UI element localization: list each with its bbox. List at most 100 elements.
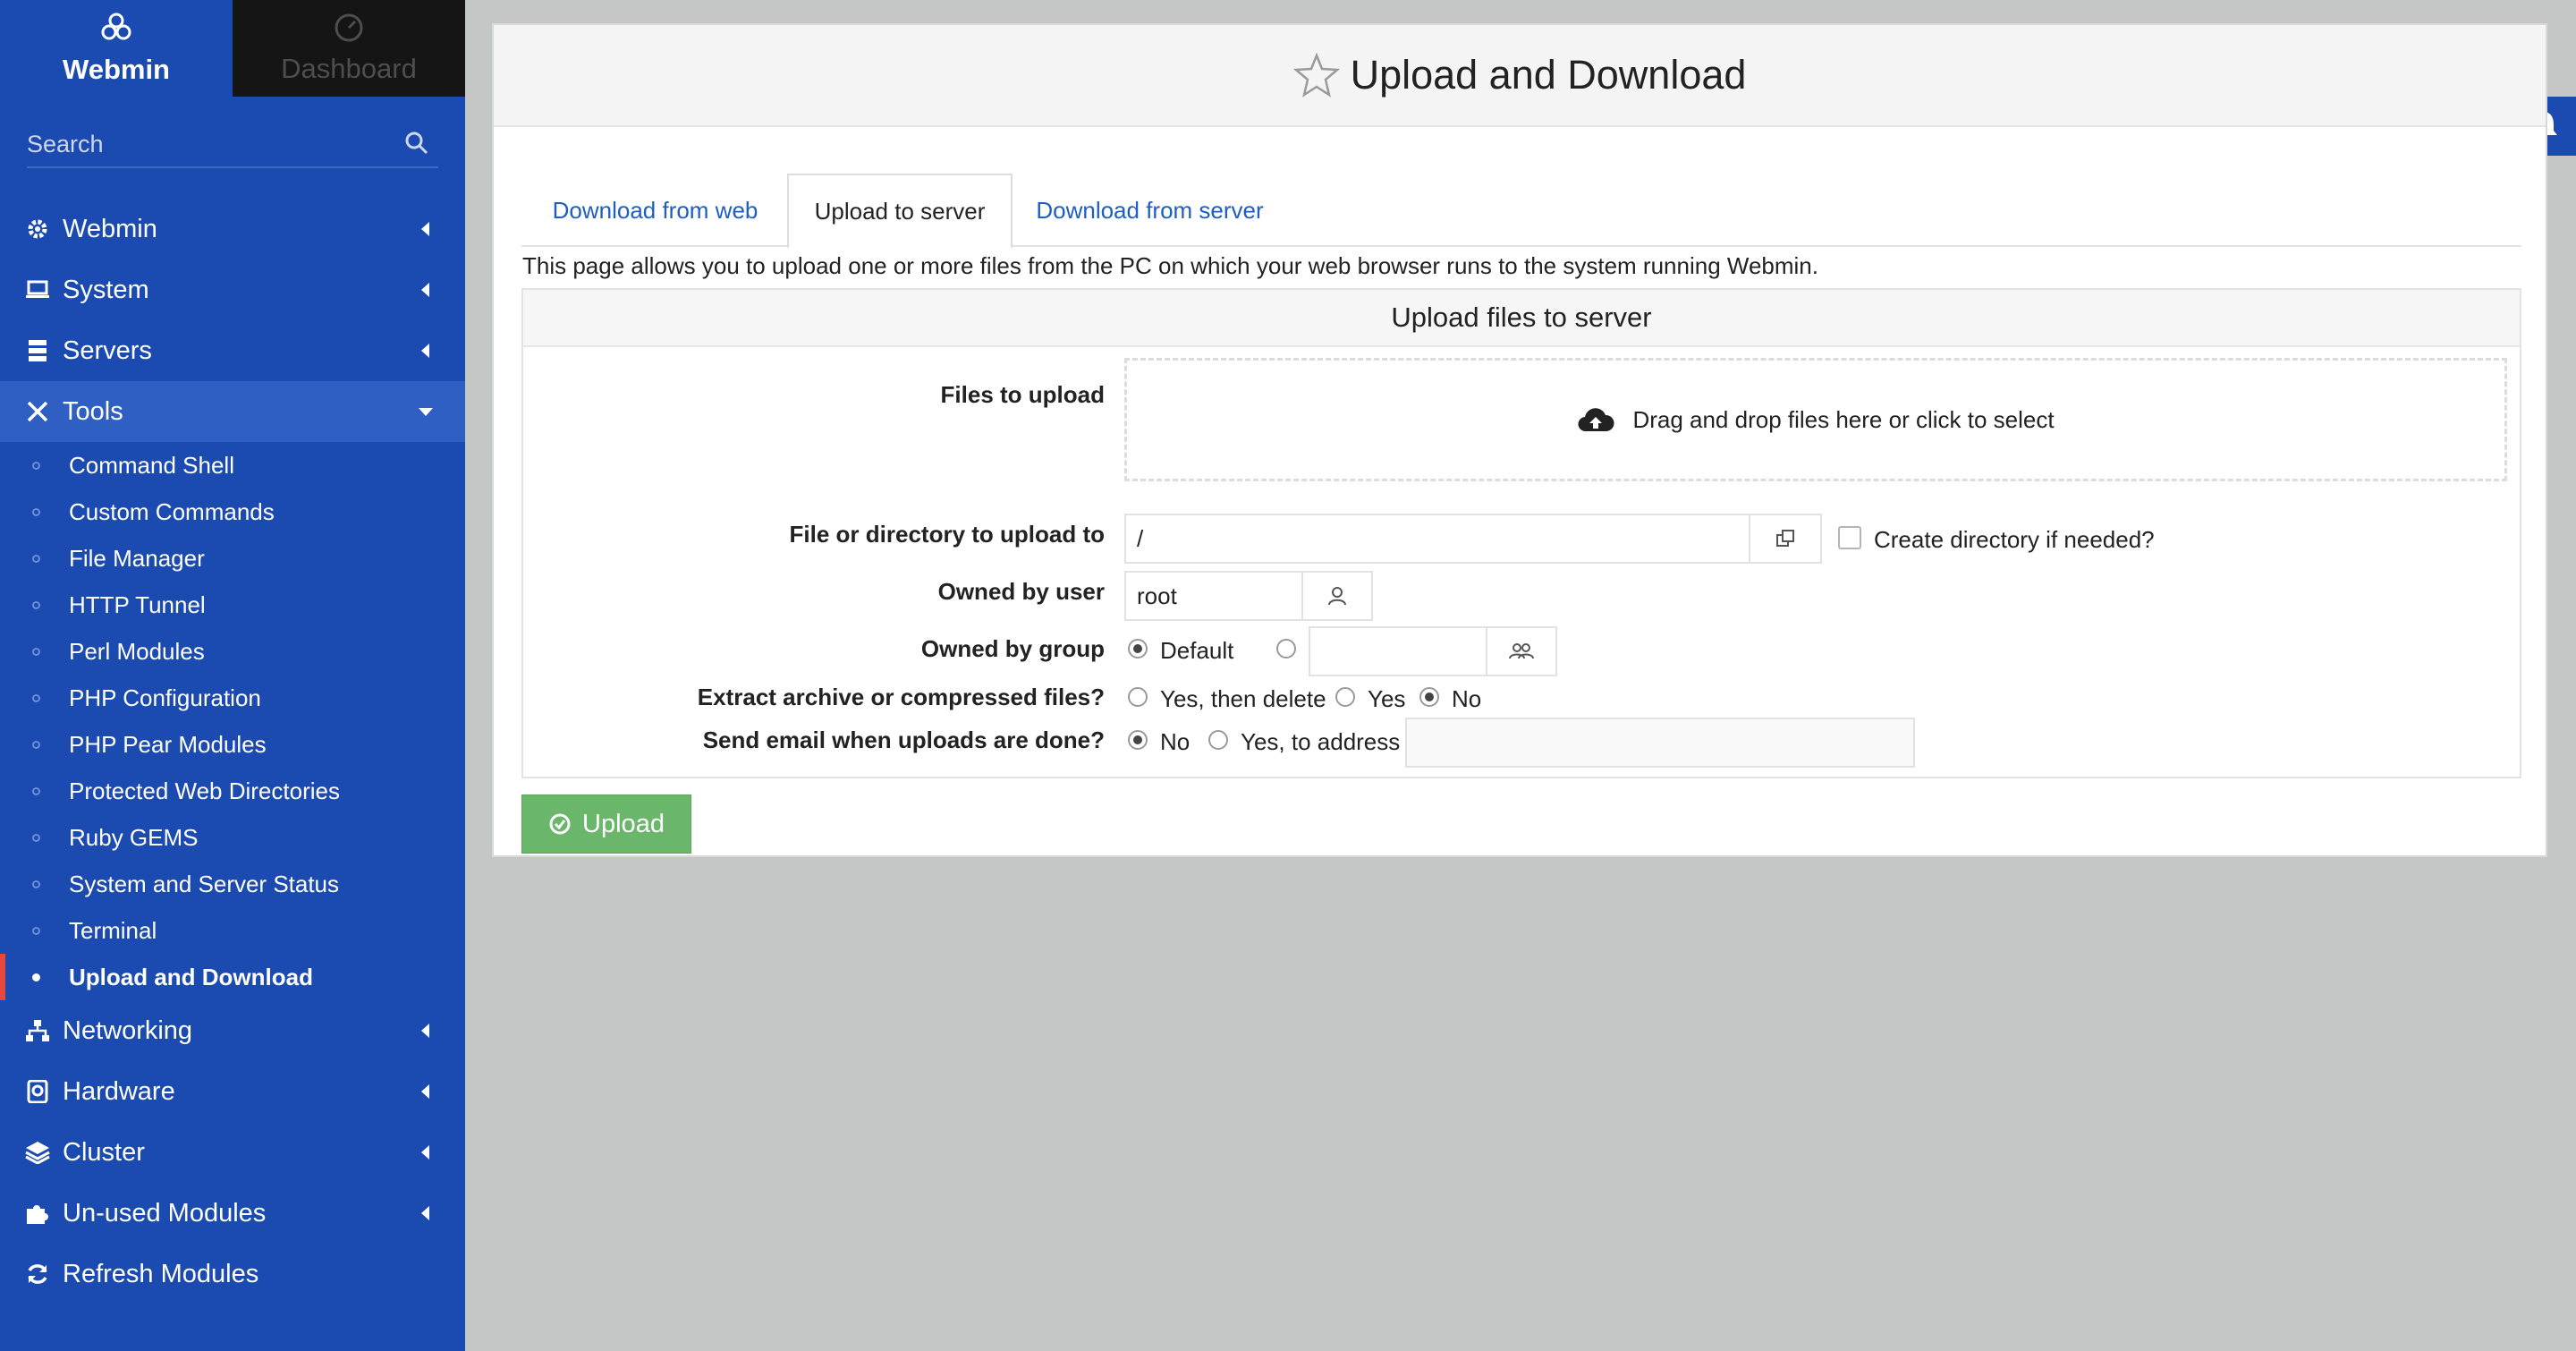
star-icon[interactable] <box>1292 53 1340 98</box>
sidebar-item-label: Un-used Modules <box>63 1198 267 1228</box>
extract-yes-delete-label: Yes, then delete <box>1160 685 1326 712</box>
sidebar-item-networking[interactable]: Networking <box>0 1000 465 1061</box>
cloud-upload-icon <box>1578 408 1614 432</box>
sub-item-file-manager[interactable]: File Manager <box>0 535 465 582</box>
sub-item-label: System and Server Status <box>69 870 340 897</box>
create-directory-label: Create directory if needed? <box>1874 526 2155 553</box>
webmin-tab-label: Webmin <box>63 54 170 85</box>
email-address-input[interactable] <box>1405 718 1915 768</box>
bullet-icon <box>32 555 40 563</box>
bullet-icon <box>32 508 40 516</box>
caret-left-icon <box>421 1206 429 1220</box>
group-icon <box>1509 643 1534 659</box>
page-title: Upload and Download <box>1350 52 1747 98</box>
sidebar-item-label: Cluster <box>63 1137 145 1167</box>
destination-input[interactable]: / <box>1124 514 1750 564</box>
sub-item-label: PHP Configuration <box>69 684 261 711</box>
file-dropzone[interactable]: Drag and drop files here or click to sel… <box>1124 358 2507 481</box>
sub-item-protected-web-directories[interactable]: Protected Web Directories <box>0 768 465 814</box>
caret-left-icon <box>421 222 429 236</box>
sidebar-item-hardware[interactable]: Hardware <box>0 1061 465 1122</box>
tab-upload-to-server[interactable]: Upload to server <box>787 174 1013 249</box>
group-label: Owned by group <box>920 635 1105 662</box>
page-description: This page allows you to upload one or mo… <box>522 252 1818 279</box>
sub-item-label: Custom Commands <box>69 497 275 525</box>
sub-item-upload-download[interactable]: Upload and Download <box>0 954 465 1000</box>
sidebar-item-label: Networking <box>63 1015 193 1045</box>
sidebar-item-label: Refresh Modules <box>63 1259 259 1288</box>
bullet-icon <box>32 462 40 470</box>
file-chooser-button[interactable] <box>1750 514 1822 564</box>
search-input[interactable] <box>27 123 385 165</box>
sidebar-item-system[interactable]: System <box>0 259 465 320</box>
extract-label: Extract archive or compressed files? <box>697 684 1105 710</box>
owner-label: Owned by user <box>937 578 1105 605</box>
active-marker <box>0 954 5 1000</box>
dashboard-tab[interactable]: Dashboard <box>233 0 465 97</box>
sub-item-terminal[interactable]: Terminal <box>0 907 465 954</box>
group-custom-radio[interactable] <box>1276 639 1296 659</box>
group-input[interactable] <box>1309 626 1487 676</box>
sub-item-php-pear-modules[interactable]: PHP Pear Modules <box>0 721 465 768</box>
bullet-icon <box>32 834 40 842</box>
user-chooser-button[interactable] <box>1303 571 1373 621</box>
sub-item-perl-modules[interactable]: Perl Modules <box>0 628 465 675</box>
extract-yes-delete-radio[interactable] <box>1128 687 1148 707</box>
puzzle-icon <box>25 1201 50 1226</box>
sub-item-php-configuration[interactable]: PHP Configuration <box>0 675 465 721</box>
dashboard-tab-label: Dashboard <box>281 53 417 84</box>
sidebar-item-label: Hardware <box>63 1076 175 1106</box>
create-directory-checkbox[interactable] <box>1838 526 1861 549</box>
email-yes-radio[interactable] <box>1208 730 1228 750</box>
sub-item-label: Terminal <box>69 916 157 944</box>
extract-no-radio[interactable] <box>1419 687 1439 707</box>
search-icon[interactable] <box>404 131 429 156</box>
email-no-radio[interactable] <box>1128 730 1148 750</box>
tab-download-from-web[interactable]: Download from web <box>521 174 789 247</box>
sidebar-item-refresh-modules[interactable]: Refresh Modules <box>0 1244 465 1304</box>
extract-yes-label: Yes <box>1368 685 1406 712</box>
upload-button[interactable]: Upload <box>521 794 691 854</box>
hardware-icon <box>25 1079 50 1104</box>
group-default-label: Default <box>1160 637 1234 664</box>
caret-left-icon <box>421 1024 429 1038</box>
caret-left-icon <box>421 344 429 358</box>
user-icon <box>1328 587 1346 606</box>
sidebar-item-label: Webmin <box>63 214 157 243</box>
sidebar-item-tools[interactable]: Tools <box>0 381 465 442</box>
sidebar-item-webmin[interactable]: Webmin <box>0 199 465 259</box>
refresh-icon <box>25 1262 50 1287</box>
sidebar-search <box>27 123 438 168</box>
copy-icon <box>1776 530 1794 547</box>
extract-yes-radio[interactable] <box>1335 687 1355 707</box>
sub-item-custom-commands[interactable]: Custom Commands <box>0 489 465 535</box>
extract-no-label: No <box>1452 685 1482 712</box>
sidebar-item-cluster[interactable]: Cluster <box>0 1122 465 1183</box>
email-yes-label: Yes, to address <box>1241 728 1401 755</box>
bullet-icon <box>32 787 40 795</box>
dashboard-gauge-icon <box>335 13 363 42</box>
sub-item-label: Ruby GEMS <box>69 823 199 851</box>
group-default-radio[interactable] <box>1128 639 1148 659</box>
sub-item-label: Perl Modules <box>69 637 205 665</box>
destination-label: File or directory to upload to <box>789 521 1105 548</box>
group-chooser-button[interactable] <box>1487 626 1557 676</box>
sub-item-http-tunnel[interactable]: HTTP Tunnel <box>0 582 465 628</box>
sub-item-label: HTTP Tunnel <box>69 591 206 618</box>
upload-button-label: Upload <box>582 809 665 838</box>
caret-left-icon <box>421 1145 429 1160</box>
sub-item-label: PHP Pear Modules <box>69 730 267 758</box>
owner-input[interactable]: root <box>1124 571 1303 621</box>
webmin-tab[interactable]: Webmin <box>0 0 233 97</box>
upload-form-panel: Upload files to server Files to upload D… <box>521 288 2521 778</box>
sub-item-ruby-gems[interactable]: Ruby GEMS <box>0 814 465 861</box>
network-icon <box>25 1018 50 1043</box>
sidebar-item-label: Servers <box>63 336 152 365</box>
sidebar-top-tabs: Webmin Dashboard <box>0 0 465 97</box>
sidebar-item-unused-modules[interactable]: Un-used Modules <box>0 1183 465 1244</box>
sub-item-system-server-status[interactable]: System and Server Status <box>0 861 465 907</box>
tab-download-from-server[interactable]: Download from server <box>1013 174 1287 247</box>
sidebar-item-servers[interactable]: Servers <box>0 320 465 381</box>
bullet-icon <box>32 648 40 656</box>
sub-item-command-shell[interactable]: Command Shell <box>0 442 465 489</box>
